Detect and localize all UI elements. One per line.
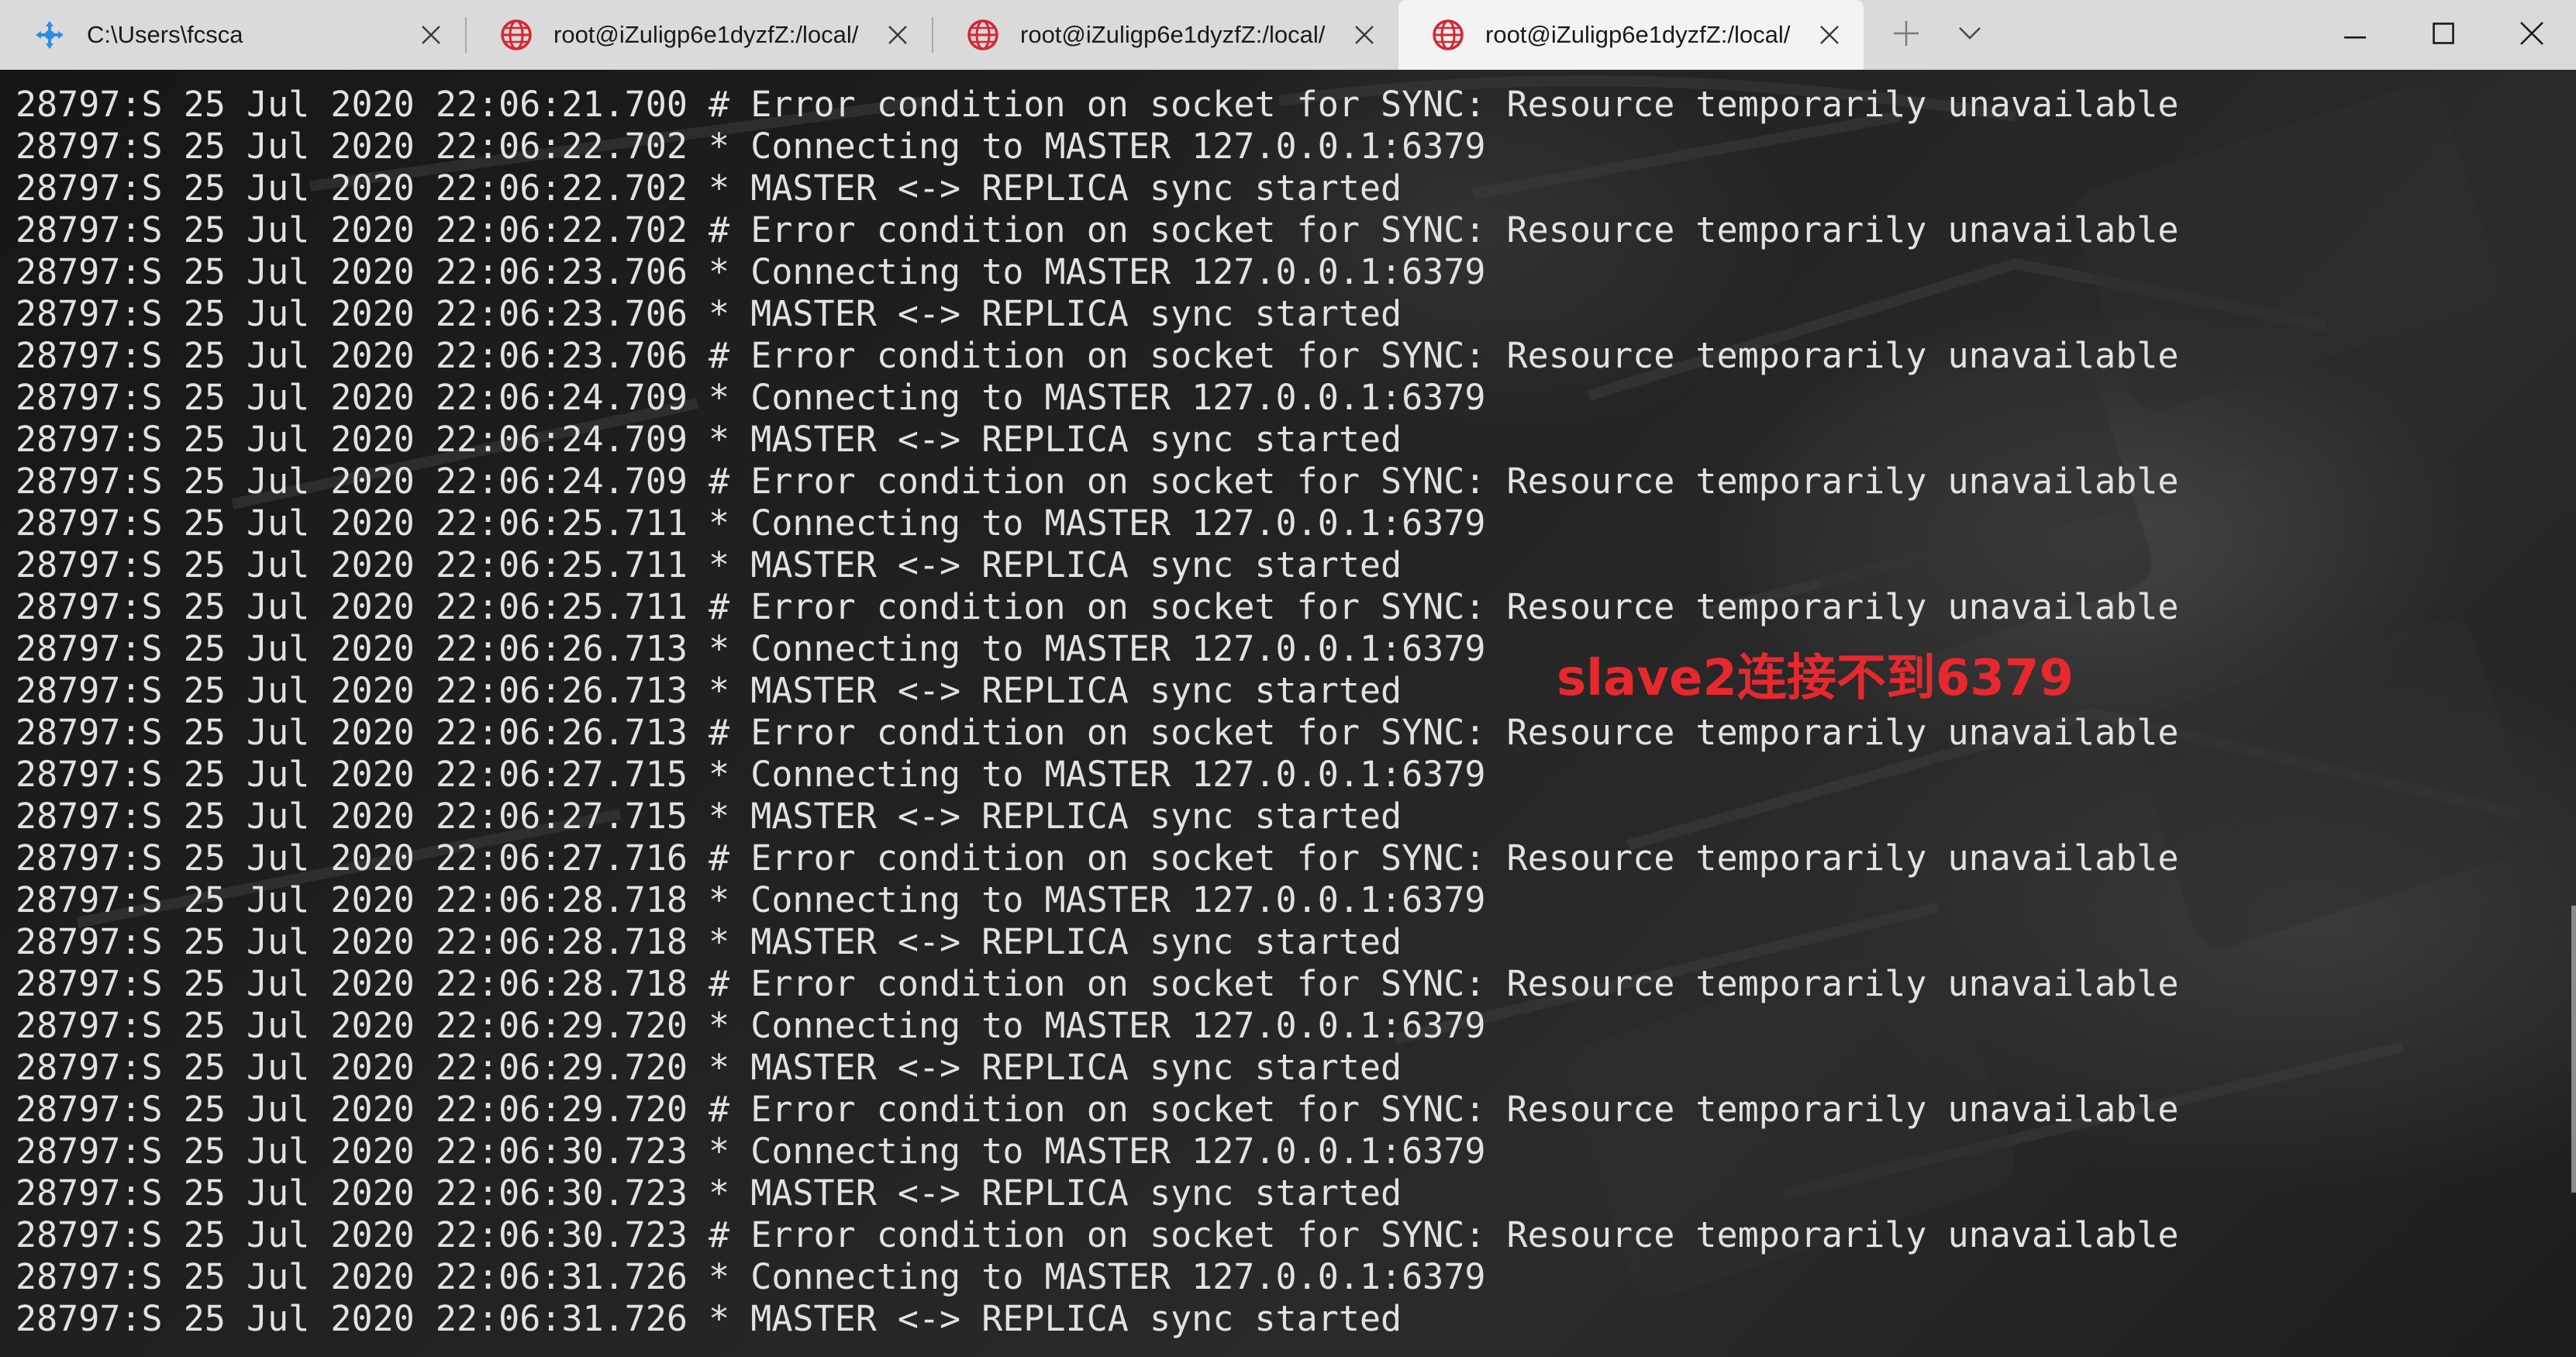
minimize-icon [2344, 28, 2366, 43]
terminal-line: 28797:S 25 Jul 2020 22:06:22.702 # Error… [16, 209, 2179, 250]
annotation-label: slave2连接不到6379 [1557, 650, 2074, 707]
terminal-line: 28797:S 25 Jul 2020 22:06:23.706 * Conne… [16, 251, 1486, 292]
profile-dropdown-button[interactable] [1938, 0, 2002, 70]
terminal-line: 28797:S 25 Jul 2020 22:06:29.720 * Conne… [16, 1005, 1486, 1046]
terminal-line: 28797:S 25 Jul 2020 22:06:22.702 * MASTE… [16, 167, 1402, 209]
azure-cloud-shell-icon [33, 18, 67, 52]
terminal-line: 28797:S 25 Jul 2020 22:06:25.711 * Conne… [16, 502, 1486, 544]
terminal-viewport[interactable]: 28797:S 25 Jul 2020 22:06:21.700 # Error… [0, 70, 2576, 1357]
globe-icon [1431, 18, 1465, 52]
terminal-line: 28797:S 25 Jul 2020 22:06:23.706 * MASTE… [16, 293, 1402, 334]
close-icon[interactable] [1346, 16, 1383, 54]
maximize-button[interactable] [2399, 0, 2488, 70]
close-icon[interactable] [1811, 16, 1848, 54]
window-controls [2311, 0, 2576, 70]
terminal-line: 28797:S 25 Jul 2020 22:06:29.720 * MASTE… [16, 1047, 1402, 1088]
tab-title: C:\Users\fcsca [87, 21, 243, 48]
close-icon[interactable] [879, 16, 916, 54]
terminal-line: 28797:S 25 Jul 2020 22:06:23.706 # Error… [16, 335, 2179, 376]
scrollbar-thumb[interactable] [2571, 906, 2576, 1193]
close-window-button[interactable] [2488, 0, 2576, 70]
terminal-line: 28797:S 25 Jul 2020 22:06:25.711 * MASTE… [16, 544, 1402, 585]
terminal-line: 28797:S 25 Jul 2020 22:06:28.718 * Conne… [16, 879, 1486, 920]
terminal-line: 28797:S 25 Jul 2020 22:06:31.726 * MASTE… [16, 1298, 1402, 1339]
terminal-line: 28797:S 25 Jul 2020 22:06:24.709 * Conne… [16, 377, 1486, 418]
terminal-line: 28797:S 25 Jul 2020 22:06:26.713 # Error… [16, 712, 2179, 753]
terminal-line: 28797:S 25 Jul 2020 22:06:29.720 # Error… [16, 1089, 2179, 1130]
terminal-line: 28797:S 25 Jul 2020 22:06:28.718 * MASTE… [16, 921, 1402, 962]
plus-icon [1893, 20, 1919, 50]
globe-icon [966, 18, 1000, 52]
minimize-button[interactable] [2311, 0, 2399, 70]
tab-bar: C:\Users\fcsca root@iZuligp6e1dyzfZ:/loc… [0, 0, 2576, 70]
terminal-line: 28797:S 25 Jul 2020 22:06:25.711 # Error… [16, 586, 2179, 627]
chevron-down-icon [1958, 26, 1981, 43]
terminal-line: 28797:S 25 Jul 2020 22:06:27.715 * MASTE… [16, 796, 1402, 837]
tab-ssh-3-active[interactable]: root@iZuligp6e1dyzfZ:/local/rec [1398, 0, 1864, 70]
terminal-line: 28797:S 25 Jul 2020 22:06:24.709 * MASTE… [16, 419, 1402, 460]
terminal-line: 28797:S 25 Jul 2020 22:06:24.709 # Error… [16, 461, 2179, 502]
tab-title: root@iZuligp6e1dyzfZ:/local/rec [553, 21, 859, 48]
terminal-line: 28797:S 25 Jul 2020 22:06:22.702 * Conne… [16, 126, 1486, 167]
new-tab-button[interactable] [1874, 0, 1938, 70]
terminal-line: 28797:S 25 Jul 2020 22:06:30.723 * Conne… [16, 1131, 1486, 1172]
terminal-line: 28797:S 25 Jul 2020 22:06:30.723 * MASTE… [16, 1172, 1402, 1214]
globe-icon [499, 18, 533, 52]
terminal-line: 28797:S 25 Jul 2020 22:06:30.723 # Error… [16, 1214, 2179, 1255]
close-icon[interactable] [412, 16, 450, 54]
tab-ssh-2[interactable]: root@iZuligp6e1dyzfZ:/local/rec [933, 0, 1398, 70]
terminal-line: 28797:S 25 Jul 2020 22:06:27.716 # Error… [16, 837, 2179, 879]
terminal-line: 28797:S 25 Jul 2020 22:06:21.700 # Error… [16, 84, 2179, 125]
tab-ssh-1[interactable]: root@iZuligp6e1dyzfZ:/local/rec [467, 0, 932, 70]
terminal-line: 28797:S 25 Jul 2020 22:06:31.726 * Conne… [16, 1256, 1486, 1297]
terminal-line: 28797:S 25 Jul 2020 22:06:28.718 # Error… [16, 963, 2179, 1004]
maximize-icon [2433, 22, 2454, 47]
terminal-window: C:\Users\fcsca root@iZuligp6e1dyzfZ:/loc… [0, 0, 2576, 1357]
terminal-line: 28797:S 25 Jul 2020 22:06:27.715 * Conne… [16, 754, 1486, 795]
terminal-output[interactable]: 28797:S 25 Jul 2020 22:06:21.700 # Error… [16, 84, 2179, 1340]
tab-powershell[interactable]: C:\Users\fcsca [0, 0, 465, 70]
close-icon [2520, 22, 2543, 48]
tab-title: root@iZuligp6e1dyzfZ:/local/rec [1020, 21, 1326, 48]
tab-title: root@iZuligp6e1dyzfZ:/local/rec [1485, 21, 1791, 48]
